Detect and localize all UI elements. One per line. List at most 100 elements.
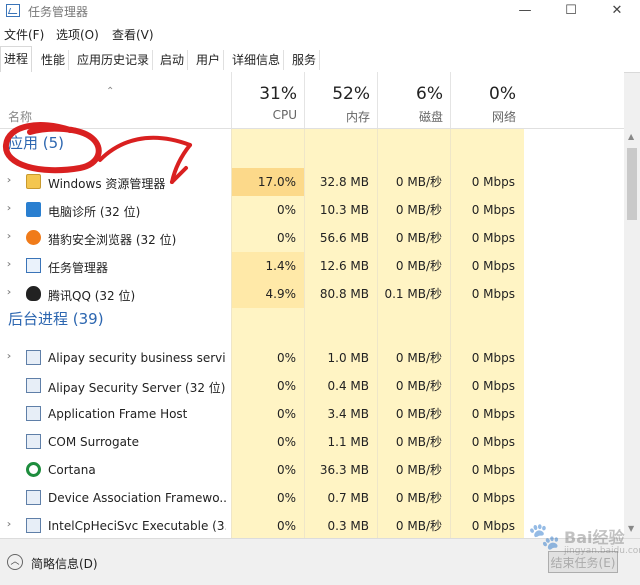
cpu-value: 0% <box>276 407 296 421</box>
disk-value: 0 MB/秒 <box>395 407 442 421</box>
name-column-header[interactable]: 名称 <box>8 108 32 125</box>
net-value: 0 Mbps <box>471 463 515 477</box>
tab-app-history[interactable]: 应用历史记录 <box>74 50 154 70</box>
disk-total: 6% <box>416 84 443 104</box>
cpu-column-header[interactable]: 31% CPU <box>231 72 305 128</box>
expand-chevron-icon[interactable]: › <box>7 351 12 362</box>
window-title: 任务管理器 <box>28 5 89 19</box>
tab-details[interactable]: 详细信息 <box>229 50 285 70</box>
mem-value: 12.6 MB <box>319 259 369 273</box>
net-value: 0 Mbps <box>471 259 515 273</box>
process-name: 猎豹安全浏览器 (32 位) <box>48 233 177 247</box>
expand-chevron-icon[interactable]: › <box>7 259 12 270</box>
menu-bar: 文件(F) 选项(O) 查看(V) <box>0 22 640 44</box>
net-value: 0 Mbps <box>471 435 515 449</box>
penguin-icon <box>26 286 41 301</box>
folder-icon <box>26 174 41 189</box>
group-title: 应用 (5) <box>8 134 65 152</box>
task-manager-icon <box>6 4 20 17</box>
mem-value: 0.7 MB <box>327 491 369 505</box>
cpu-total: 31% <box>259 84 297 104</box>
process-row[interactable]: › 电脑诊所 (32 位) 0% 10.3 MB 0 MB/秒 0 Mbps <box>0 196 624 224</box>
service-icon <box>26 378 41 393</box>
process-row[interactable]: › Alipay security business servi... 0% 1.0 … <box>0 344 624 372</box>
watermark-url: jingyan.baidu.com <box>564 546 640 556</box>
process-name: 腾讯QQ (32 位) <box>48 289 136 303</box>
tab-startup[interactable]: 启动 <box>157 50 189 70</box>
disk-column-header[interactable]: 6% 磁盘 <box>377 72 451 128</box>
cpu-value: 0% <box>276 231 296 245</box>
process-row[interactable]: › 猎豹安全浏览器 (32 位) 0% 56.6 MB 0 MB/秒 0 Mbps <box>0 224 624 252</box>
net-value: 0 Mbps <box>471 407 515 421</box>
process-table: ⌃ 名称 31% CPU 52% 内存 6% 磁盘 0% 网络 应用 (5) › W… <box>0 72 624 538</box>
cpu-value: 0% <box>276 491 296 505</box>
menu-options[interactable]: 选项(O) <box>56 26 99 43</box>
net-value: 0 Mbps <box>471 287 515 301</box>
disk-value: 0 MB/秒 <box>395 175 442 189</box>
browser-icon <box>26 230 41 245</box>
process-row[interactable]: › 腾讯QQ (32 位) 4.9% 80.8 MB 0.1 MB/秒 0 Mbps <box>0 280 624 308</box>
fewer-details-link[interactable]: 简略信息(D) <box>31 555 98 572</box>
expand-chevron-icon[interactable]: › <box>7 175 12 186</box>
process-row[interactable]: Alipay Security Server (32 位) 0% 0.4 MB 0 M… <box>0 372 624 400</box>
scroll-up-icon[interactable]: ▲ <box>628 132 634 141</box>
disk-value: 0 MB/秒 <box>395 435 442 449</box>
net-value: 0 Mbps <box>471 231 515 245</box>
network-total: 0% <box>489 84 516 104</box>
group-title: 后台进程 (39) <box>8 310 104 328</box>
disk-value: 0 MB/秒 <box>395 379 442 393</box>
disk-value: 0 MB/秒 <box>395 351 442 365</box>
maximize-button[interactable]: ☐ <box>548 0 594 22</box>
process-name: Device Association Framewo... <box>48 491 226 505</box>
process-name: IntelCpHeciSvc Executable (3... <box>48 519 226 533</box>
disk-value: 0 MB/秒 <box>395 491 442 505</box>
task-manager-icon <box>26 258 41 273</box>
process-name: COM Surrogate <box>48 435 140 449</box>
cpu-value: 0% <box>276 519 296 533</box>
chevron-up-icon[interactable]: ︿ <box>7 554 23 570</box>
close-button[interactable]: ✕ <box>594 0 640 22</box>
sort-up-icon[interactable]: ⌃ <box>106 86 114 97</box>
column-header-row: ⌃ 名称 31% CPU 52% 内存 6% 磁盘 0% 网络 <box>0 72 624 129</box>
menu-file[interactable]: 文件(F) <box>4 26 44 43</box>
expand-chevron-icon[interactable]: › <box>7 287 12 298</box>
menu-view[interactable]: 查看(V) <box>112 26 154 43</box>
process-name: 电脑诊所 (32 位) <box>48 205 141 219</box>
process-row[interactable]: Cortana 0% 36.3 MB 0 MB/秒 0 Mbps <box>0 456 624 484</box>
expand-chevron-icon[interactable]: › <box>7 203 12 214</box>
process-name: Alipay security business servi... <box>48 351 226 365</box>
minimize-button[interactable]: — <box>502 0 548 22</box>
tab-users[interactable]: 用户 <box>193 50 225 70</box>
tab-services[interactable]: 服务 <box>289 50 321 70</box>
paw-logo-icon: 🐾 <box>528 522 561 552</box>
process-name: Application Frame Host <box>48 407 188 421</box>
scrollbar-thumb[interactable] <box>627 148 637 220</box>
mem-value: 56.6 MB <box>319 231 369 245</box>
process-row[interactable]: COM Surrogate 0% 1.1 MB 0 MB/秒 0 Mbps <box>0 428 624 456</box>
cpu-value: 0% <box>276 463 296 477</box>
tab-performance[interactable]: 性能 <box>38 50 70 70</box>
net-value: 0 Mbps <box>471 379 515 393</box>
service-icon <box>26 406 41 421</box>
process-row[interactable]: Application Frame Host 0% 3.4 MB 0 MB/秒 0 Mb… <box>0 400 624 428</box>
tab-processes[interactable]: 进程 <box>0 46 33 74</box>
expand-chevron-icon[interactable]: › <box>7 519 12 530</box>
process-row[interactable]: › 任务管理器 1.4% 12.6 MB 0 MB/秒 0 Mbps <box>0 252 624 280</box>
expand-chevron-icon[interactable]: › <box>7 231 12 242</box>
mem-value: 0.4 MB <box>327 379 369 393</box>
process-row[interactable]: › Windows 资源管理器 17.0% 32.8 MB 0 MB/秒 0 Mbps <box>0 168 624 196</box>
mem-value: 1.0 MB <box>327 351 369 365</box>
tab-bar: 进程 性能 应用历史记录 启动 用户 详细信息 服务 <box>0 44 640 74</box>
network-column-header[interactable]: 0% 网络 <box>450 72 524 128</box>
mem-value: 1.1 MB <box>327 435 369 449</box>
cpu-value: 0% <box>276 435 296 449</box>
title-bar: 任务管理器 — ☐ ✕ <box>0 0 640 22</box>
cpu-value: 0% <box>276 351 296 365</box>
vertical-scrollbar[interactable]: ▲ ▼ <box>624 128 640 538</box>
mem-value: 0.3 MB <box>327 519 369 533</box>
watermark-text: Bai经验 <box>564 528 625 547</box>
process-name: 任务管理器 <box>48 261 109 275</box>
service-icon <box>26 350 41 365</box>
memory-column-header[interactable]: 52% 内存 <box>304 72 378 128</box>
process-row[interactable]: Device Association Framewo... 0% 0.7 MB 0 M… <box>0 484 624 512</box>
